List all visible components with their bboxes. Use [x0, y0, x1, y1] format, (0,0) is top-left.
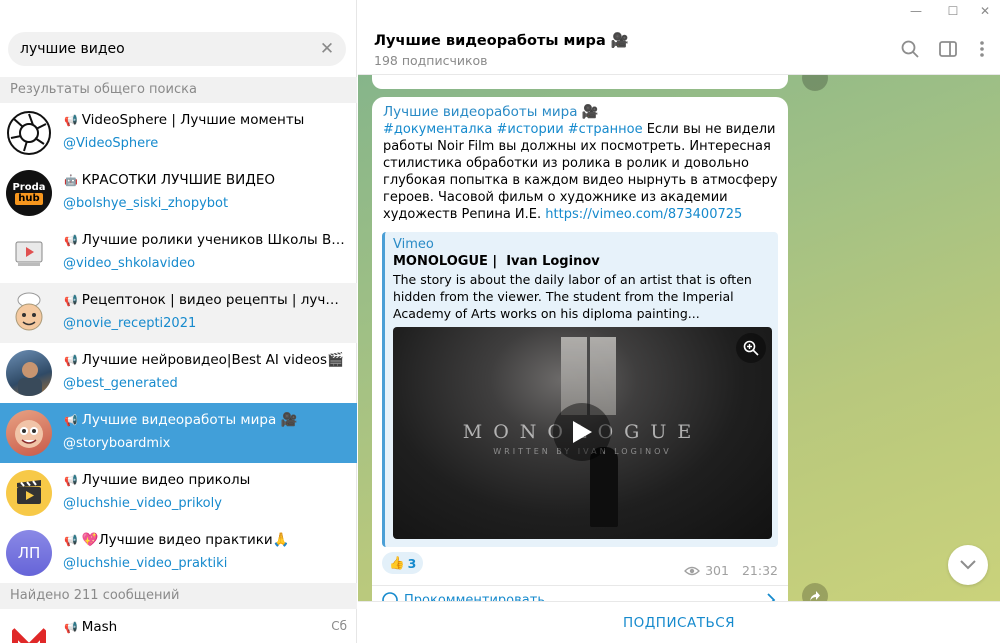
message-result-item[interactable]: 📢 Mash Сб: [0, 609, 357, 643]
avatar: [6, 623, 52, 643]
share-icon[interactable]: [802, 75, 828, 91]
list-item[interactable]: 📢 Рецептонок | видео рецепты | лучшие ...…: [0, 283, 357, 343]
result-handle: @luchshie_video_prikoly: [63, 496, 222, 511]
minimize-icon[interactable]: —: [897, 0, 935, 22]
comment-label: Прокомментировать: [404, 593, 545, 601]
preview-site: Vimeo: [393, 237, 434, 252]
megaphone-icon: 📢: [64, 354, 78, 367]
list-item[interactable]: 📢 Лучшие ролики учеников Школы Видео @vid…: [0, 223, 357, 283]
section-header-messages: Найдено 211 сообщений: [0, 583, 357, 609]
avatar: [6, 350, 52, 396]
reaction-badge[interactable]: 👍 3: [382, 552, 424, 574]
post-author[interactable]: Лучшие видеоработы мира 🎥: [383, 104, 599, 120]
list-item[interactable]: 📢 VideoSphere | Лучшие моменты @VideoSphe…: [0, 103, 357, 163]
list-item[interactable]: ЛП 📢 💖Лучшие видео практики🙏 @luchshie_vi…: [0, 523, 357, 583]
megaphone-icon: 📢: [64, 114, 78, 127]
avatar: ЛП: [6, 530, 52, 576]
chat-title: Лучшие видеоработы мира 🎥: [374, 33, 629, 49]
link-preview[interactable]: Vimeo MONOLOGUE | Ivan Loginov The story…: [382, 232, 778, 547]
result-title: Рецептонок | видео рецепты | лучшие ...: [81, 292, 348, 308]
avatar: [6, 230, 52, 276]
comment-icon: [382, 592, 398, 601]
preview-description: The story is about the daily labor of an…: [393, 272, 752, 321]
megaphone-icon: 📢: [64, 474, 78, 487]
result-title: Лучшие нейровидео|Best AI videos🎬: [81, 352, 344, 368]
megaphone-icon: 📢: [64, 234, 78, 247]
post-text: #документалка #истории #странное Если вы…: [383, 121, 778, 223]
chevron-down-icon: [960, 560, 976, 570]
comment-row[interactable]: Прокомментировать: [372, 585, 788, 601]
thumbs-up-icon: 👍: [389, 555, 405, 570]
post-hashtags[interactable]: #документалка #истории #странное: [383, 122, 643, 137]
megaphone-icon: 📢: [64, 414, 78, 427]
video-figure: [590, 447, 618, 527]
reaction-count: 3: [407, 555, 417, 571]
preview-title: MONOLOGUE | Ivan Loginov: [393, 254, 600, 269]
more-icon[interactable]: [970, 37, 994, 61]
result-title: Лучшие видео приколы: [81, 472, 251, 488]
scroll-down-button[interactable]: [948, 545, 988, 585]
result-title: Mash: [81, 619, 118, 635]
zoom-icon[interactable]: [736, 333, 766, 363]
search-icon[interactable]: [898, 37, 922, 61]
result-title: Лучшие видеоработы мира 🎥: [81, 412, 298, 428]
megaphone-icon: 📢: [64, 294, 78, 307]
list-item[interactable]: 📢 Лучшие нейровидео|Best AI videos🎬 @best…: [0, 343, 357, 403]
result-handle: @VideoSphere: [63, 136, 159, 151]
post-link[interactable]: https://vimeo.com/873400725: [545, 207, 742, 222]
results-list: 📢 VideoSphere | Лучшие моменты @VideoSphe…: [0, 103, 357, 583]
share-icon[interactable]: [802, 583, 828, 601]
result-title: Лучшие ролики учеников Школы Видео: [81, 232, 348, 248]
result-title: VideoSphere | Лучшие моменты: [81, 112, 305, 128]
list-item[interactable]: Proda hub 🤖 КРАСОТКИ ЛУЧШИЕ ВИДЕО @bolshy…: [0, 163, 357, 223]
sidebar-toggle-icon[interactable]: [936, 37, 960, 61]
result-handle: @luchshie_video_praktiki: [63, 556, 228, 571]
result-title: 💖Лучшие видео практики🙏: [81, 532, 290, 548]
subscribe-button[interactable]: ПОДПИСАТЬСЯ: [358, 601, 1000, 643]
message-time: 21:32: [741, 563, 778, 578]
left-panel: ✕ Результаты общего поиска 📢VideoSphere …: [0, 0, 357, 643]
list-item[interactable]: 📢 Лучшие видео приколы @luchshie_video_pr…: [0, 463, 357, 523]
result-title: КРАСОТКИ ЛУЧШИЕ ВИДЕО: [81, 172, 275, 188]
section-header-global: Результаты общего поиска: [0, 77, 357, 103]
result-handle: @video_shkolavideo: [63, 256, 196, 271]
chat-area[interactable]: Лучшие видеоработы мира 🎥 #документалка …: [358, 75, 1000, 601]
search-box[interactable]: ✕: [8, 32, 346, 66]
megaphone-icon: 📢: [64, 621, 78, 634]
avatar: [6, 290, 52, 336]
close-icon[interactable]: ✕: [318, 40, 336, 58]
play-icon[interactable]: [553, 403, 611, 461]
avatar: [6, 110, 52, 156]
result-handle: @storyboardmix: [63, 436, 171, 451]
eye-icon: [684, 566, 701, 575]
bot-icon: 🤖: [64, 174, 78, 187]
chevron-right-icon: [767, 593, 776, 601]
video-thumbnail[interactable]: MONOLOGUE WRITTEN BY IVAN LOGINOV: [393, 327, 772, 539]
avatar: [6, 410, 52, 456]
close-icon[interactable]: ✕: [966, 0, 1000, 22]
list-item[interactable]: 📢 Лучшие видеоработы мира 🎥 @storyboardmi…: [0, 403, 357, 463]
search-input[interactable]: [20, 41, 310, 57]
avatar: [6, 470, 52, 516]
view-count: 301: [705, 563, 729, 578]
result-handle: @novie_recepti2021: [63, 316, 197, 331]
message-date: Сб: [331, 619, 347, 633]
message-bubble[interactable]: Лучшие видеоработы мира 🎥 #документалка …: [372, 97, 788, 601]
chat-panel: Лучшие видеоработы мира 🎥 198 подписчико…: [358, 22, 1000, 643]
message-meta: 301 21:32: [684, 563, 778, 578]
avatar: Proda hub: [6, 170, 52, 216]
result-handle: @best_generated: [63, 376, 178, 391]
result-handle: @bolshye_siski_zhopybot: [63, 196, 229, 211]
chat-header[interactable]: Лучшие видеоработы мира 🎥 198 подписчико…: [358, 22, 1000, 75]
previous-message: [372, 75, 788, 89]
chat-subtitle: 198 подписчиков: [374, 53, 488, 68]
megaphone-icon: 📢: [64, 534, 78, 547]
